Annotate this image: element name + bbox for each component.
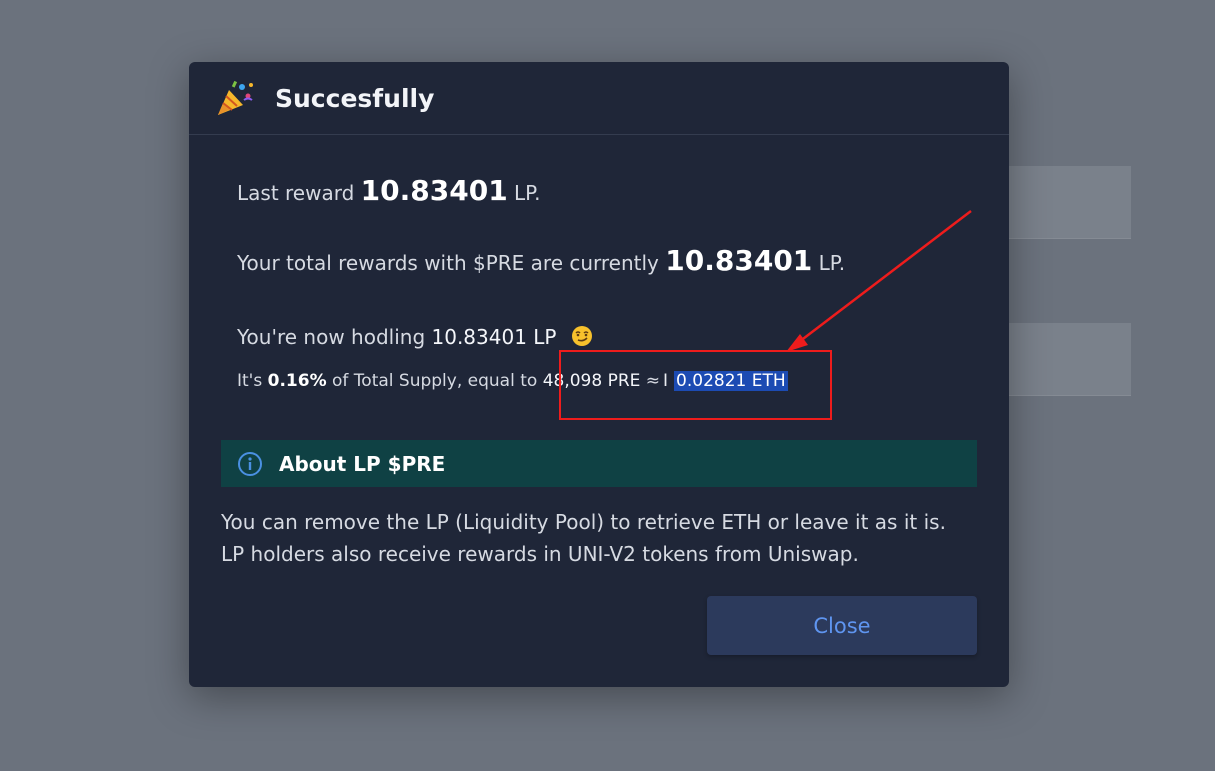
annotation-arrow-icon — [786, 210, 972, 352]
